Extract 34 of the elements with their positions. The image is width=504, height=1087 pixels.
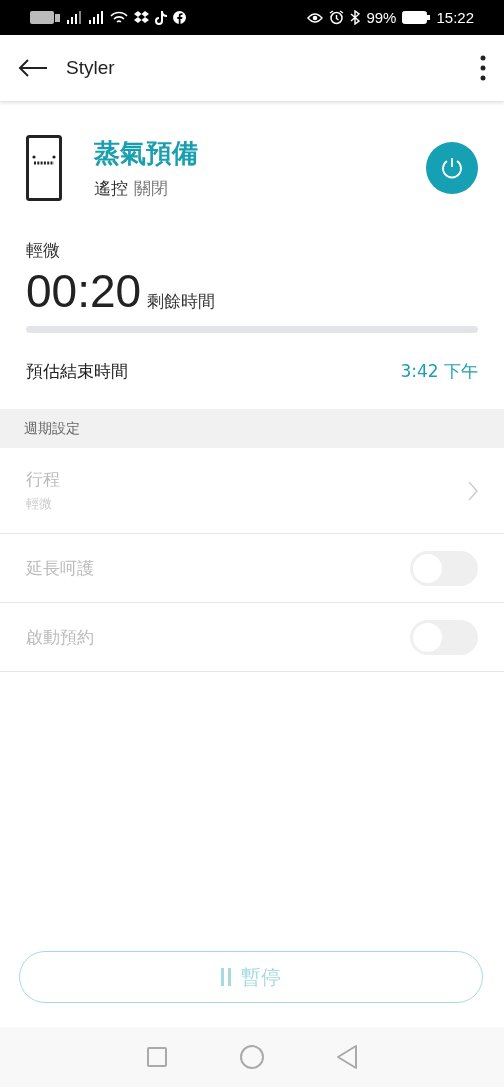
app-title: Styler (66, 57, 116, 79)
device-status: 蒸氣預備 (94, 137, 199, 170)
styler-device-icon (26, 135, 62, 201)
power-button[interactable] (426, 142, 478, 194)
eye-icon (307, 11, 324, 24)
clock: 15:22 (436, 9, 474, 26)
remote-value: 關閉 (134, 177, 168, 200)
cycle-name: 輕微 (26, 239, 61, 262)
back-nav-button[interactable] (337, 1045, 358, 1069)
setting-label: 延長呵護 (26, 556, 95, 580)
dropbox-icon (134, 11, 149, 24)
recents-button[interactable] (146, 1047, 167, 1067)
facebook-icon (173, 11, 186, 24)
end-time-value: 3:42 下午 (400, 359, 478, 383)
back-button[interactable] (18, 58, 48, 78)
bluetooth-icon (350, 10, 361, 25)
power-icon (440, 156, 464, 180)
home-button[interactable] (240, 1045, 264, 1069)
note-icon (155, 10, 167, 25)
more-menu-button[interactable] (480, 55, 486, 81)
wifi-icon (110, 10, 128, 25)
alarm-icon (329, 10, 345, 25)
battery-icon (402, 11, 431, 24)
signal-icon (88, 11, 104, 24)
remaining-time: 00:20 (26, 266, 142, 316)
section-header: 週期設定 (0, 409, 504, 448)
battery-level: 99% (366, 9, 397, 26)
remaining-label: 剩餘時間 (147, 290, 216, 313)
end-time-label: 預估結束時間 (26, 359, 128, 383)
chevron-right-icon (468, 480, 478, 501)
setting-label: 啟動預約 (26, 625, 95, 649)
signal-icon (66, 11, 82, 24)
pause-icon (221, 968, 231, 986)
remote-label: 遙控 (94, 177, 128, 200)
